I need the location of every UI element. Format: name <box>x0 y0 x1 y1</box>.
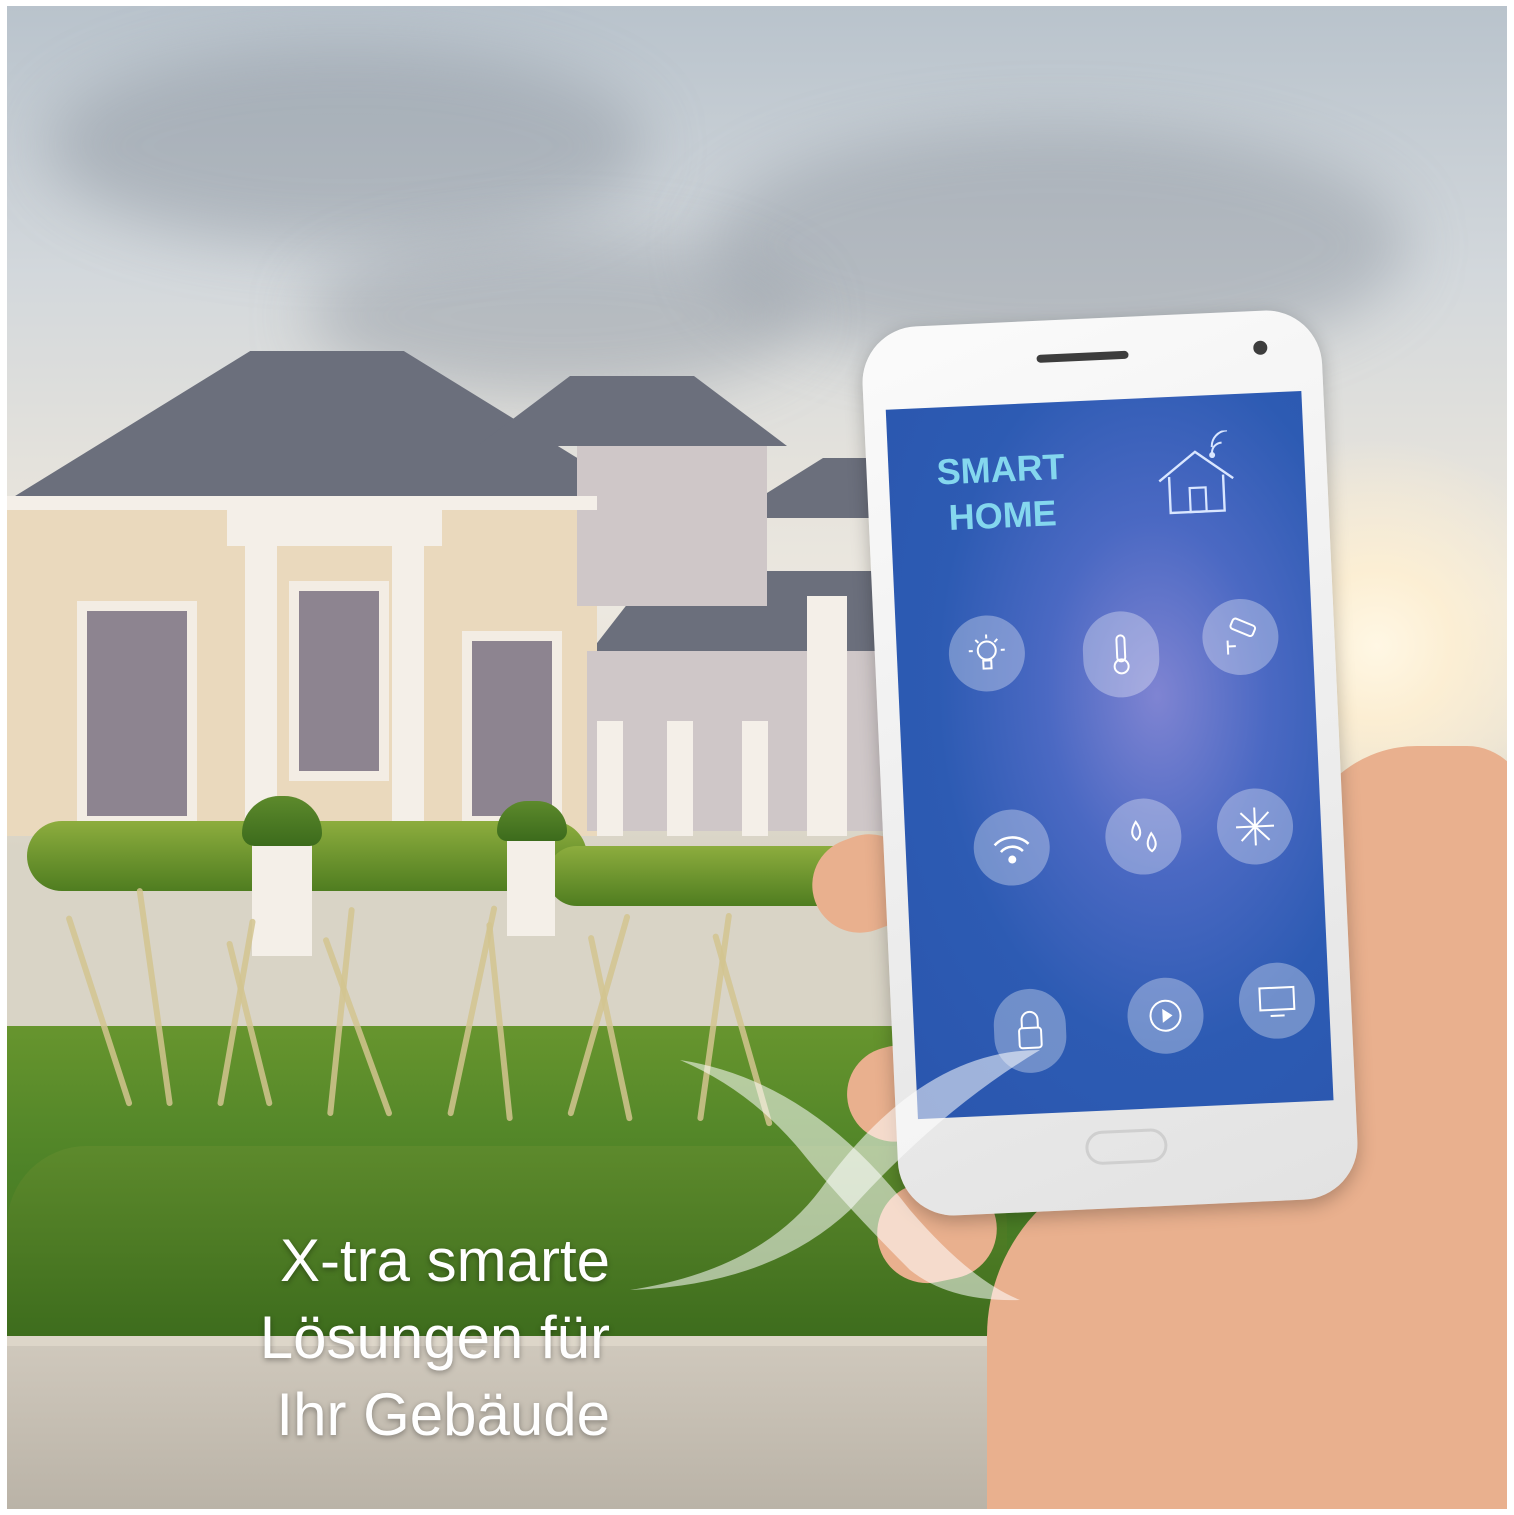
phone-home-button <box>1084 1127 1169 1166</box>
light-bulb-icon[interactable] <box>947 613 1027 694</box>
smart-home-app-screen: SMART HOME <box>885 390 1334 1120</box>
tagline-line-2: Lösungen für <box>259 1304 610 1371</box>
play-icon[interactable] <box>1125 976 1206 1056</box>
wifi-icon[interactable] <box>972 807 1052 888</box>
garden-urn <box>252 836 312 956</box>
tagline-line-1: X-tra smarte <box>279 1227 610 1294</box>
snowflake-icon[interactable] <box>1215 786 1295 867</box>
tv-icon[interactable] <box>1237 960 1317 1041</box>
garden-urn <box>507 826 555 936</box>
tagline-line-3: Ihr Gebäude <box>276 1381 610 1448</box>
phone-camera <box>1253 340 1268 356</box>
security-camera-icon[interactable] <box>1200 597 1281 677</box>
water-drops-icon[interactable] <box>1103 796 1184 877</box>
app-title: SMART HOME <box>935 445 1066 539</box>
smart-house-icon <box>1158 429 1234 515</box>
thermometer-icon[interactable] <box>1081 609 1161 700</box>
x-logo-mark <box>630 1050 1040 1301</box>
phone-speaker <box>1036 350 1129 363</box>
cloud <box>47 46 647 246</box>
tagline: X-tra smarte Lösungen für Ihr Gebäude <box>0 1222 610 1453</box>
